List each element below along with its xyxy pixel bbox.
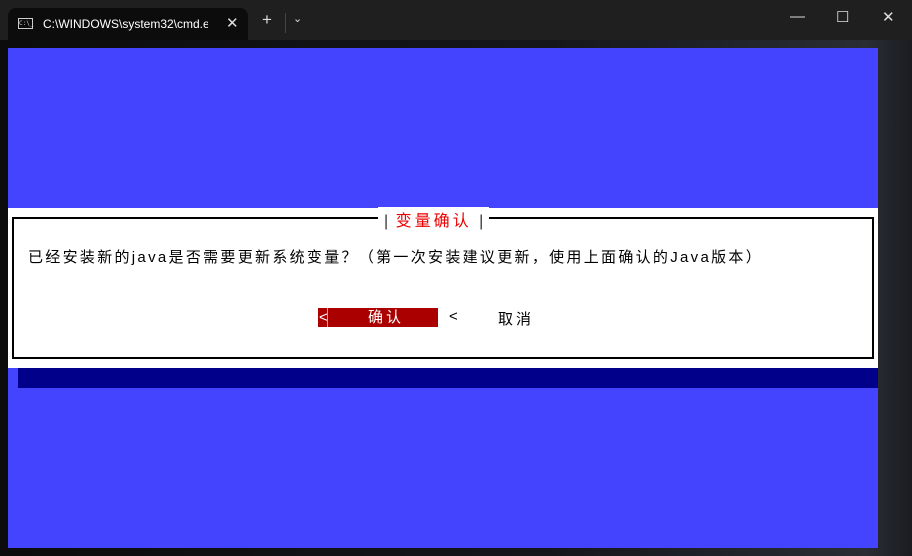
dialog-shadow [18, 368, 878, 388]
confirm-button[interactable]: < 确认 [318, 308, 438, 327]
tab-title: C:\WINDOWS\system32\cmd.exe [43, 17, 208, 31]
title-bar: C:\_ C:\WINDOWS\system32\cmd.exe ✕ + ⌄ —… [0, 0, 912, 40]
dialog-border [12, 217, 874, 359]
dialog-message: 已经安装新的java是否需要更新系统变量？（第一次安装建议更新，使用上面确认的J… [28, 249, 764, 266]
maximize-button[interactable]: ☐ [836, 8, 849, 26]
close-button[interactable]: ✕ [882, 8, 895, 26]
close-tab-icon[interactable]: ✕ [226, 14, 239, 32]
new-tab-button[interactable]: + [262, 10, 272, 30]
cmd-icon: C:\_ [18, 18, 34, 29]
dialog-title: | 变量确认 | [378, 207, 490, 231]
text-cursor [327, 308, 328, 327]
chevron-down-icon[interactable]: ⌄ [293, 12, 302, 25]
tab-cmd[interactable]: C:\_ C:\WINDOWS\system32\cmd.exe ✕ [8, 8, 248, 40]
dialog-title-text: 变量确认 [395, 213, 472, 230]
selection-marker: < [449, 308, 458, 325]
minimize-button[interactable]: — [790, 8, 805, 25]
cancel-button[interactable]: 取消 [498, 308, 534, 329]
divider [285, 13, 286, 33]
